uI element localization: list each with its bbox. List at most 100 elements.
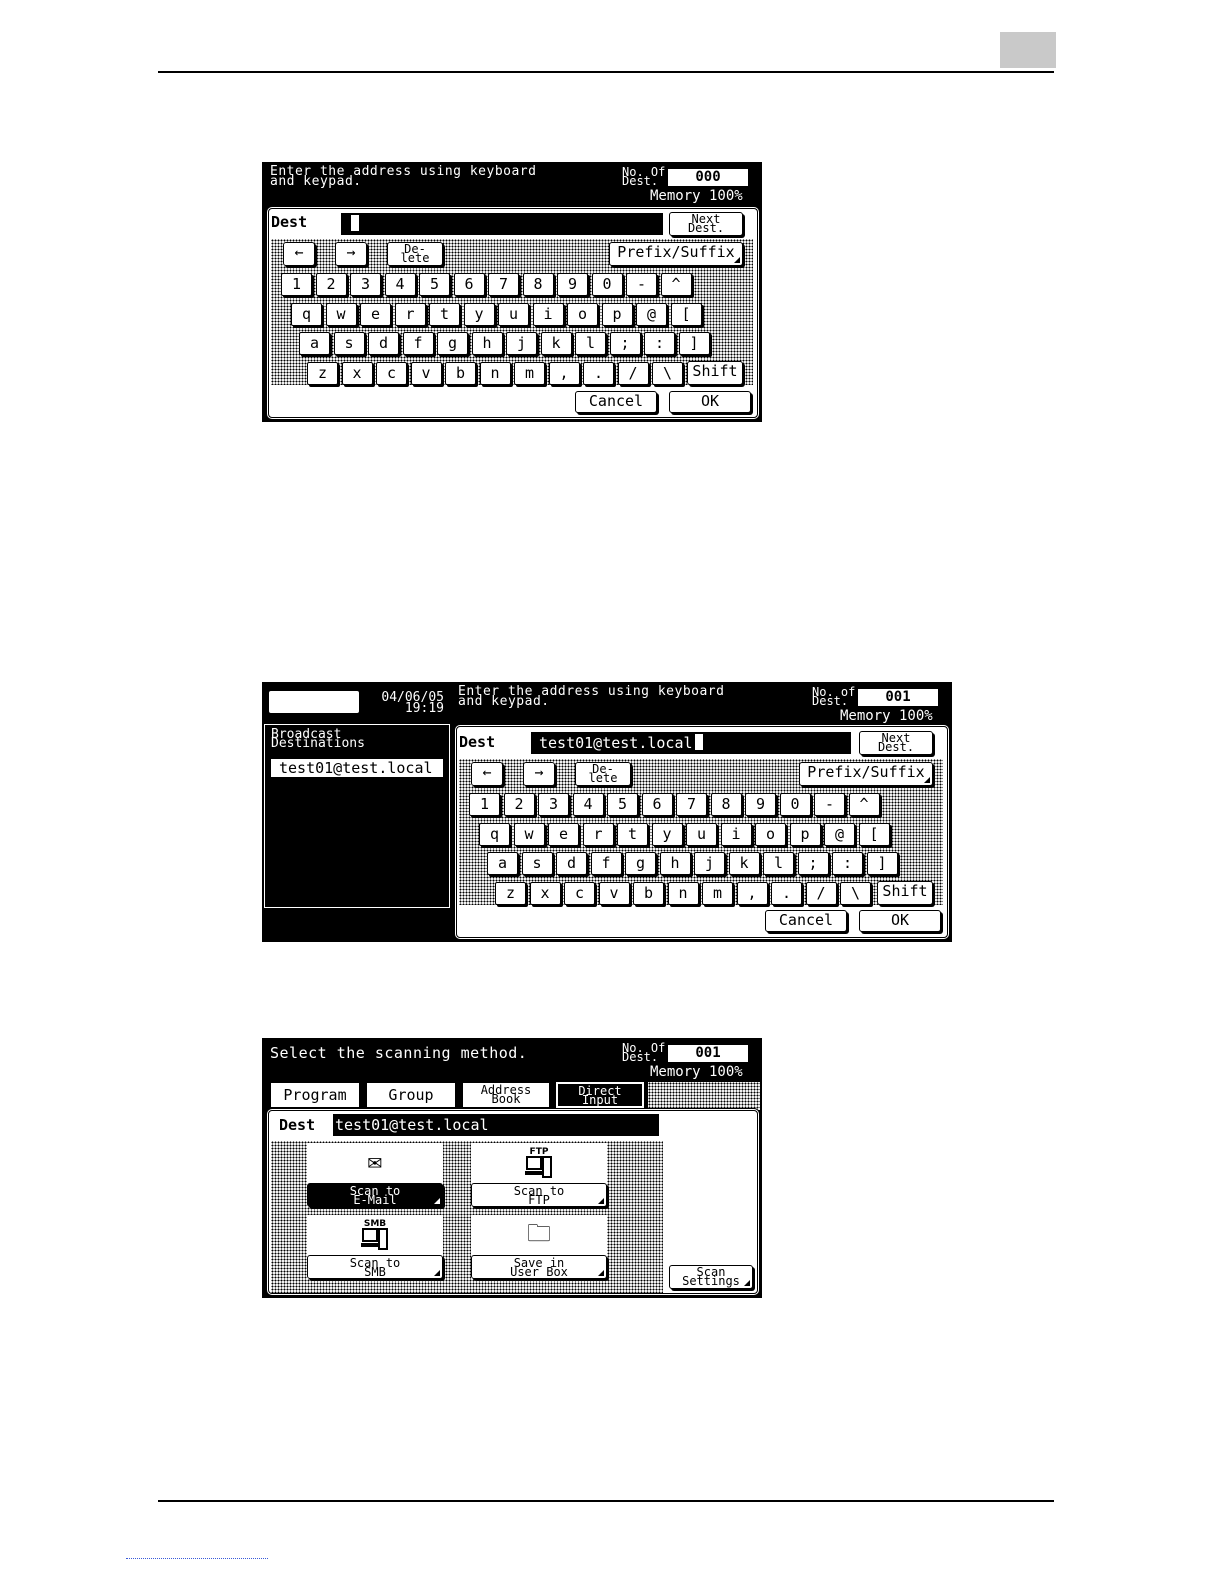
ok-button[interactable]: OK [859,910,941,932]
keyboard-key[interactable]: 2 [315,273,347,296]
keyboard-key[interactable]: ] [678,332,710,355]
keyboard-key[interactable]: 7 [676,793,707,816]
keyboard-key[interactable]: , [548,361,580,385]
keyboard-key[interactable]: f [402,332,434,355]
keyboard-key[interactable]: \ [840,881,871,905]
keyboard-key[interactable]: m [702,881,733,905]
keyboard-key[interactable]: 5 [607,793,638,816]
keyboard-key[interactable]: . [583,361,614,385]
keyboard-key[interactable]: j [506,332,537,355]
broadcast-item[interactable]: test01@test.local [271,759,443,777]
keyboard-key[interactable]: q [291,302,322,326]
dest-input[interactable]: test01@test.local [531,732,851,754]
keyboard-key[interactable]: 4 [572,793,604,816]
keyboard-key[interactable]: b [445,361,476,385]
keyboard-key[interactable]: 2 [503,793,535,816]
keyboard-key[interactable]: i [532,302,564,326]
delete-button[interactable]: De- lete [575,762,631,786]
keyboard-key[interactable]: c [564,881,595,905]
right-arrow-button[interactable]: → [523,762,555,786]
keyboard-key[interactable]: z [495,881,526,905]
keyboard-key[interactable]: h [659,852,691,875]
keyboard-key[interactable]: [ [670,302,702,326]
keyboard-key[interactable]: ; [609,332,641,355]
keyboard-key[interactable]: p [601,302,633,326]
keyboard-key[interactable]: r [582,822,614,846]
keyboard-key[interactable]: 0 [779,793,811,816]
keyboard-key[interactable]: j [694,852,725,875]
keyboard-key[interactable]: h [471,332,503,355]
shift-key[interactable]: Shift [877,881,933,905]
keyboard-key[interactable]: 1 [281,273,312,296]
keyboard-key[interactable]: z [307,361,338,385]
tab-address-book[interactable]: Address Book [462,1082,550,1108]
keyboard-key[interactable]: @ [824,822,855,846]
keyboard-key[interactable]: 9 [745,793,776,816]
keyboard-key[interactable]: q [479,822,510,846]
dest-input[interactable] [341,213,663,235]
keyboard-key[interactable]: u [686,822,717,846]
keyboard-key[interactable]: x [341,361,373,385]
cancel-button[interactable]: Cancel [575,391,657,413]
keyboard-key[interactable]: ] [866,852,898,875]
keyboard-key[interactable]: - [626,273,657,296]
keyboard-key[interactable]: ^ [660,273,692,296]
keyboard-key[interactable]: o [755,822,786,846]
keyboard-key[interactable]: v [598,881,630,905]
keyboard-key[interactable]: 8 [710,793,742,816]
keyboard-key[interactable]: - [814,793,845,816]
next-dest-button[interactable]: Next Dest. [669,212,743,236]
scan-to-email-button[interactable]: Scan to E-Mail [307,1183,443,1207]
keyboard-key[interactable]: @ [636,302,667,326]
keyboard-key[interactable]: 9 [557,273,588,296]
left-arrow-button[interactable]: ← [471,762,503,786]
keyboard-key[interactable]: 8 [522,273,554,296]
keyboard-key[interactable]: o [567,302,598,326]
keyboard-key[interactable]: 3 [538,793,569,816]
keyboard-key[interactable]: l [763,852,794,875]
keyboard-key[interactable]: w [325,302,357,326]
keyboard-key[interactable]: w [513,822,545,846]
keyboard-key[interactable]: k [540,332,572,355]
keyboard-key[interactable]: : [644,332,675,355]
keyboard-key[interactable]: 0 [591,273,623,296]
keyboard-key[interactable]: ^ [848,793,880,816]
right-arrow-button[interactable]: → [335,242,367,266]
keyboard-key[interactable]: a [299,332,330,355]
keyboard-key[interactable]: 7 [488,273,519,296]
tab-program[interactable]: Program [270,1082,360,1108]
scan-settings-button[interactable]: Scan Settings [669,1265,753,1289]
keyboard-key[interactable]: f [590,852,622,875]
keyboard-key[interactable]: ; [797,852,829,875]
prefix-suffix-button[interactable]: Prefix/Suffix [609,242,743,266]
keyboard-key[interactable]: y [651,822,683,846]
keyboard-key[interactable]: b [633,881,664,905]
keyboard-key[interactable]: 1 [469,793,500,816]
keyboard-key[interactable]: 5 [419,273,450,296]
keyboard-key[interactable]: / [617,361,649,385]
keyboard-key[interactable]: c [376,361,407,385]
keyboard-key[interactable]: . [771,881,802,905]
keyboard-key[interactable]: d [556,852,587,875]
keyboard-key[interactable]: 4 [384,273,416,296]
ok-button[interactable]: OK [669,391,751,413]
keyboard-key[interactable]: 6 [453,273,485,296]
keyboard-key[interactable]: v [410,361,442,385]
keyboard-key[interactable]: x [529,881,561,905]
shift-key[interactable]: Shift [687,361,743,385]
left-arrow-button[interactable]: ← [283,242,315,266]
keyboard-key[interactable]: u [498,302,529,326]
keyboard-key[interactable]: k [728,852,760,875]
keyboard-key[interactable]: s [521,852,553,875]
keyboard-key[interactable]: n [667,881,699,905]
keyboard-key[interactable]: / [805,881,837,905]
keyboard-key[interactable]: \ [652,361,683,385]
keyboard-key[interactable]: s [333,332,365,355]
keyboard-key[interactable]: d [368,332,399,355]
scan-to-ftp-button[interactable]: Scan to FTP [471,1183,607,1207]
keyboard-key[interactable]: : [832,852,863,875]
keyboard-key[interactable]: p [789,822,821,846]
cancel-button[interactable]: Cancel [765,910,847,932]
tab-direct-input[interactable]: Direct Input [556,1082,644,1108]
keyboard-key[interactable]: 6 [641,793,673,816]
